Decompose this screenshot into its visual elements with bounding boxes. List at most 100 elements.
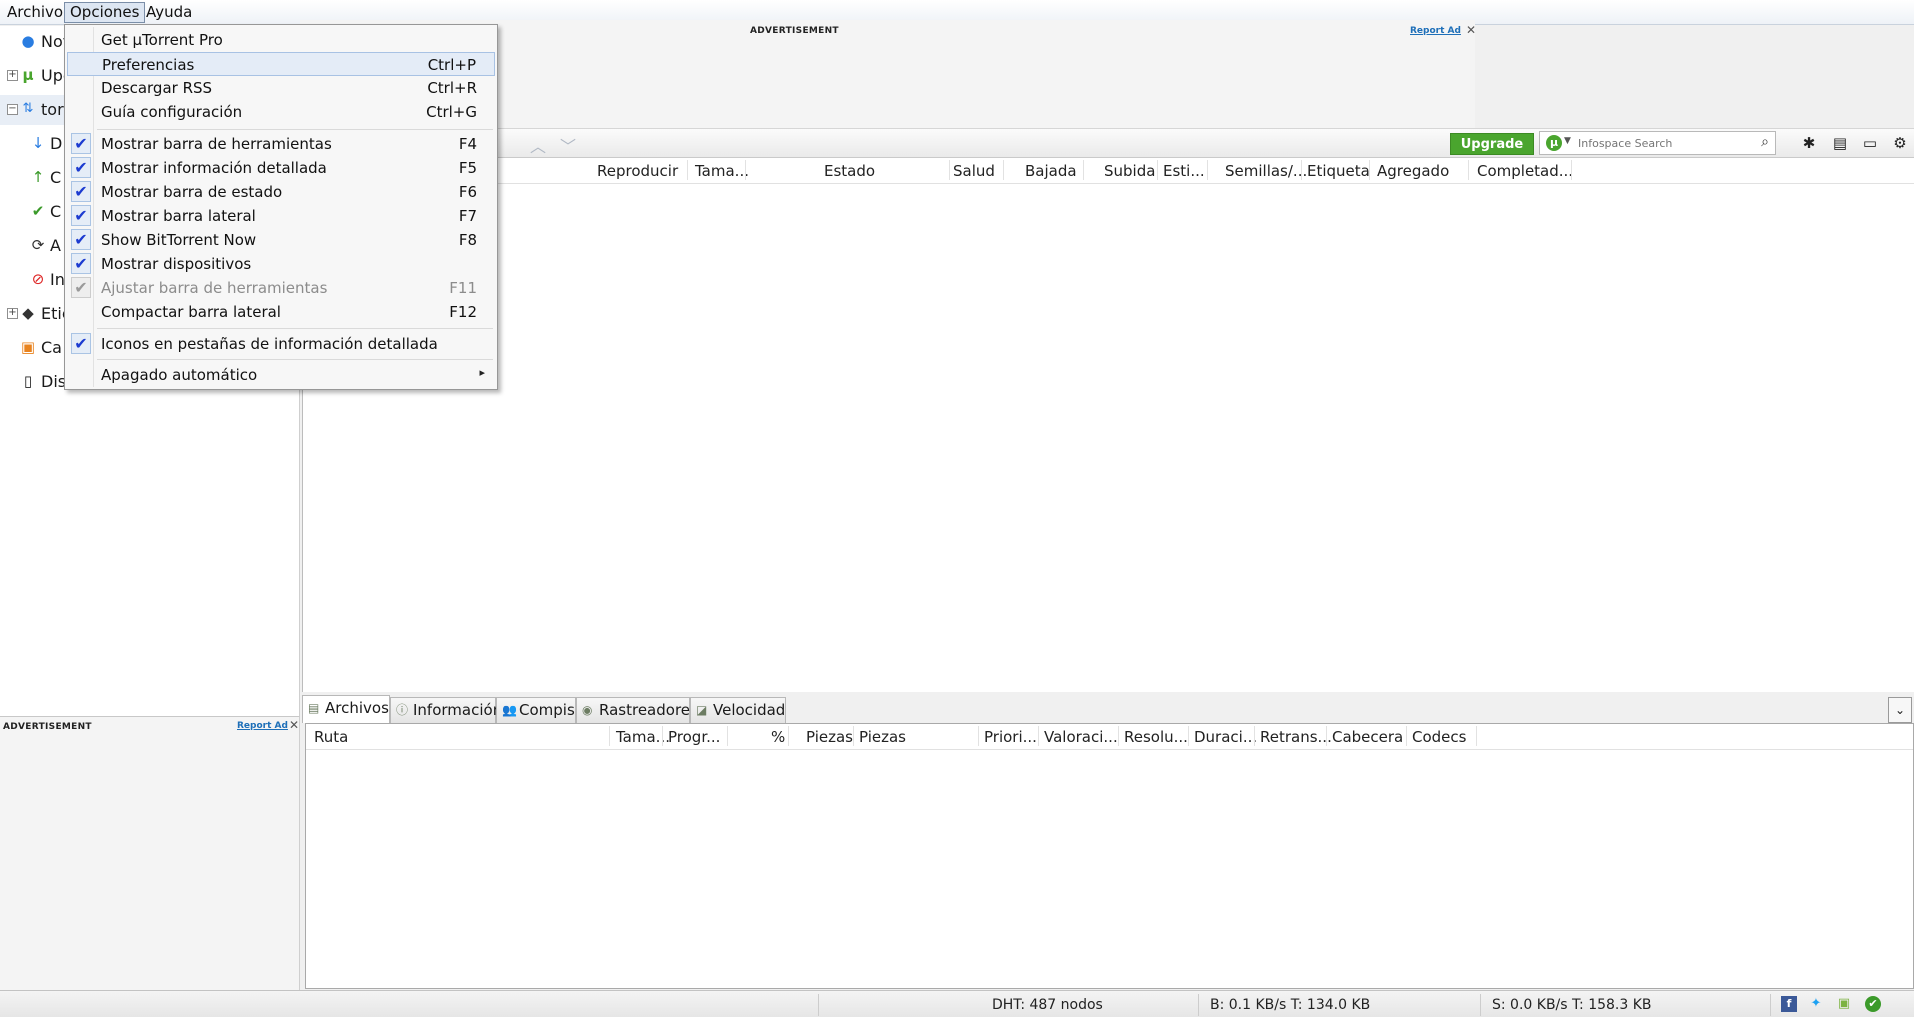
twitter-icon[interactable]: ✦ (1808, 996, 1824, 1012)
tab-label: Rastreadores (599, 701, 698, 719)
menu-item-iconos-pestanas[interactable]: ✔ Iconos en pestañas de información deta… (67, 332, 495, 356)
column-header[interactable]: Semillas/... (1225, 162, 1307, 180)
column-header[interactable]: Ruta (314, 728, 348, 746)
menu-ayuda[interactable]: Ayuda (141, 2, 197, 23)
menu-item-shortcut: F5 (458, 159, 477, 177)
column-header[interactable]: Retrans... (1260, 728, 1332, 746)
sidebar-item-label: C (50, 168, 62, 187)
menu-item-label: Mostrar barra de herramientas (101, 135, 332, 153)
connection-ok-icon[interactable]: ✔ (1865, 996, 1881, 1012)
menu-item-label: Guía configuración (101, 103, 243, 121)
tab-velocidad[interactable]: ◪ Velocidad (690, 697, 786, 723)
column-header[interactable]: Progr... (668, 728, 720, 746)
menu-item-mostrar-barra-lateral[interactable]: ✔ Mostrar barra lateral F7 (67, 204, 495, 228)
menu-item-mostrar-informacion-detallada[interactable]: ✔ Mostrar información detallada F5 (67, 156, 495, 180)
search-icon[interactable]: ⌕ (1761, 134, 1769, 150)
tab-rastreadores[interactable]: ◉ Rastreadores (576, 697, 698, 723)
column-header[interactable]: Esti... (1163, 162, 1205, 180)
menu-item-label: Get µTorrent Pro (101, 31, 223, 49)
facebook-icon[interactable]: f (1781, 996, 1797, 1012)
column-header[interactable]: Completad... (1477, 162, 1573, 180)
menu-item-shortcut: Ctrl+R (427, 79, 477, 97)
column-header[interactable]: % (771, 728, 785, 746)
tab-compis[interactable]: 👥 Compis (496, 697, 576, 723)
collapse-panel-button[interactable]: ⌄ (1888, 697, 1912, 723)
column-header[interactable]: Bajada (1025, 162, 1077, 180)
chevron-down-icon: ⌄ (1894, 703, 1906, 717)
ad-label: ADVERTISEMENT (750, 26, 839, 36)
sidebar-item-label: In (50, 270, 65, 289)
expand-icon[interactable]: + (7, 70, 18, 81)
column-header[interactable]: Codecs (1412, 728, 1466, 746)
menu-item-guia-configuracion[interactable]: Guía configuración Ctrl+G (67, 100, 495, 124)
menu-opciones[interactable]: Opciones (64, 2, 146, 23)
menu-item-compactar-barra-lateral[interactable]: Compactar barra lateral F12 (67, 300, 495, 324)
menu-item-apagado-automatico[interactable]: Apagado automático ▸ (67, 363, 495, 387)
checkmark-icon: ✔ (71, 253, 91, 274)
column-header[interactable]: Piezas (806, 728, 853, 746)
report-ad-link[interactable]: Report Ad (237, 721, 288, 731)
close-ad-icon[interactable]: ✕ (289, 718, 299, 732)
column-header[interactable]: Etiqueta (1307, 162, 1370, 180)
close-ad-icon[interactable]: ✕ (1466, 23, 1476, 37)
menu-item-mostrar-barra-herramientas[interactable]: ✔ Mostrar barra de herramientas F4 (67, 132, 495, 156)
menu-item-descargar-rss[interactable]: Descargar RSS Ctrl+R (67, 76, 495, 100)
column-header[interactable]: Tama... (695, 162, 749, 180)
torrent-list[interactable]: Reproducir Tama... Estado Salud Bajada S… (302, 158, 1914, 692)
monitor-icon[interactable]: ▭ (1860, 133, 1880, 153)
column-header[interactable]: Resolu... (1124, 728, 1188, 746)
report-ad-link[interactable]: Report Ad (1410, 26, 1461, 36)
column-header[interactable]: Cabecera (1332, 728, 1403, 746)
menu-item-label: Preferencias (102, 56, 195, 74)
download-arrow-icon: ↓ (31, 134, 45, 152)
collapse-icon[interactable]: − (7, 104, 18, 115)
menu-item-label: Mostrar barra de estado (101, 183, 283, 201)
lightbulb-icon[interactable]: ✱ (1799, 133, 1819, 153)
chat-icon[interactable]: ▤ (1830, 133, 1850, 153)
column-header[interactable]: Reproducir (597, 162, 678, 180)
column-header[interactable]: Agregado (1377, 162, 1449, 180)
options-dropdown-menu: Get µTorrent Pro Preferencias Ctrl+P Des… (64, 24, 498, 390)
upload-arrow-icon: ↑ (31, 168, 45, 186)
search-input[interactable] (1578, 134, 1748, 152)
column-header[interactable]: Salud (953, 162, 995, 180)
move-down-icon[interactable]: ﹀ (560, 133, 576, 157)
tab-informacion[interactable]: ⓘ Información (390, 697, 502, 723)
dht-status[interactable]: DHT: 487 nodos (992, 997, 1103, 1013)
column-header[interactable]: Duraci... (1194, 728, 1257, 746)
tab-archivos[interactable]: ▤ Archivos (302, 695, 390, 723)
search-engine-dropdown-icon[interactable]: ▼ (1564, 136, 1571, 146)
column-header[interactable]: Valoraci... (1044, 728, 1118, 746)
utorrent-search-logo-icon[interactable]: µ (1546, 135, 1562, 151)
column-header[interactable]: Estado (824, 162, 875, 180)
move-up-icon[interactable]: ︿ (530, 133, 546, 157)
sidebar-advertisement[interactable]: ADVERTISEMENT Report Ad ✕ (0, 716, 300, 990)
utorrent-logo-icon: µ (22, 66, 34, 84)
menu-item-mostrar-barra-estado[interactable]: ✔ Mostrar barra de estado F6 (67, 180, 495, 204)
android-icon[interactable]: ▣ (1836, 996, 1852, 1012)
detail-tabs: ▤ Archivos ⓘ Información 👥 Compis ◉ Rast… (302, 695, 1914, 723)
menu-item-shortcut: F11 (449, 279, 477, 297)
menu-item-label: Descargar RSS (101, 79, 213, 97)
search-box[interactable]: µ ▼ ⌕ (1539, 131, 1776, 155)
column-header[interactable]: Piezas (859, 728, 906, 746)
upgrade-button[interactable]: Upgrade (1450, 133, 1534, 155)
menu-item-get-utorrent-pro[interactable]: Get µTorrent Pro (67, 28, 495, 52)
column-header[interactable]: Subida (1104, 162, 1155, 180)
menu-archivo[interactable]: Archivo (2, 2, 68, 23)
files-list[interactable]: Ruta Tama... Progr... % Piezas Piezas Pr… (305, 723, 1914, 989)
files-list-header: Ruta Tama... Progr... % Piezas Piezas Pr… (306, 724, 1913, 750)
menu-item-mostrar-dispositivos[interactable]: ✔ Mostrar dispositivos (67, 252, 495, 276)
menu-item-preferencias[interactable]: Preferencias Ctrl+P (67, 52, 495, 76)
expand-icon[interactable]: + (7, 308, 18, 319)
menu-item-shortcut: F6 (458, 183, 477, 201)
upload-speed-status[interactable]: S: 0.0 KB/s T: 158.3 KB (1492, 997, 1652, 1013)
download-speed-status[interactable]: B: 0.1 KB/s T: 134.0 KB (1210, 997, 1370, 1013)
menu-item-shortcut: Ctrl+P (427, 56, 476, 74)
menu-item-shortcut: Ctrl+G (426, 103, 477, 121)
menu-item-show-bittorrent-now[interactable]: ✔ Show BitTorrent Now F8 (67, 228, 495, 252)
submenu-arrow-icon: ▸ (479, 366, 485, 379)
gear-icon[interactable]: ⚙ (1890, 133, 1910, 153)
column-header[interactable]: Priori... (984, 728, 1037, 746)
sidebar-item-label: D (50, 134, 63, 153)
